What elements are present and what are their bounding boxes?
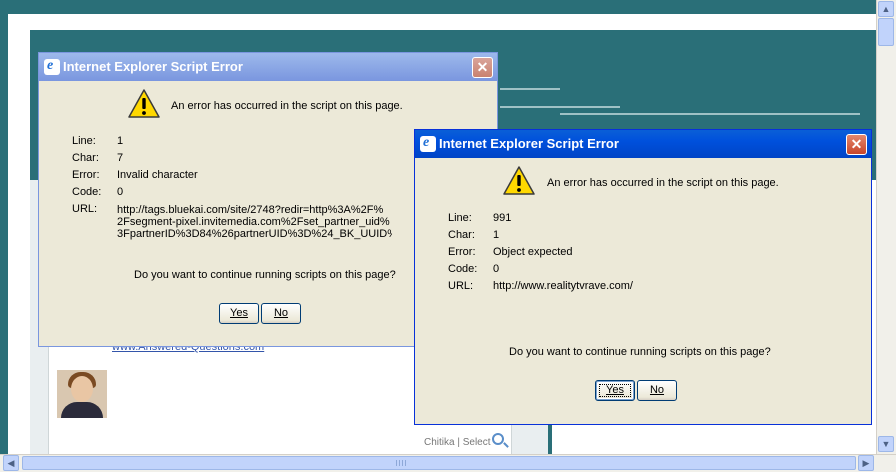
no-button[interactable]: No [261, 303, 301, 324]
chitika-select-label[interactable]: Chitika | Select [424, 437, 491, 448]
line-value: 1 [117, 135, 124, 147]
dialog-title: Internet Explorer Script Error [439, 136, 619, 151]
yes-button[interactable]: Yes [595, 380, 635, 401]
internet-explorer-icon: e [420, 135, 436, 152]
error-value: Invalid character [117, 169, 198, 181]
dialog-titlebar[interactable]: e Internet Explorer Script Error ✕ [415, 130, 871, 158]
line-label: Line: [448, 212, 472, 224]
horizontal-scroll-thumb[interactable] [22, 456, 856, 470]
continue-question: Do you want to continue running scripts … [509, 346, 771, 358]
code-value: 0 [493, 263, 500, 275]
close-icon: ✕ [476, 59, 489, 75]
scroll-right-button[interactable]: ▶ [858, 455, 874, 471]
error-value: Object expected [493, 246, 573, 258]
scroll-left-button[interactable]: ◀ [3, 455, 19, 471]
close-button[interactable]: ✕ [472, 57, 493, 78]
url-value: http://www.realitytvrave.com/ [493, 280, 633, 292]
code-label: Code: [72, 186, 102, 198]
char-value: 1 [493, 229, 500, 241]
page-top-strip [0, 0, 876, 14]
char-label: Char: [72, 152, 99, 164]
scroll-up-button[interactable]: ▲ [878, 1, 894, 17]
char-value: 7 [117, 152, 124, 164]
url-label: URL: [72, 203, 98, 215]
vertical-scroll-thumb[interactable] [878, 18, 894, 46]
char-label: Char: [448, 229, 475, 241]
banner-decoration [560, 113, 860, 115]
url-line: http://tags.bluekai.com/site/2748?redir=… [117, 204, 384, 216]
script-error-dialog-2: e Internet Explorer Script Error ✕ An er… [414, 129, 872, 425]
line-label: Line: [72, 135, 96, 147]
line-value: 991 [493, 212, 512, 224]
scroll-thumb-grip [396, 460, 406, 466]
error-message: An error has occurred in the script on t… [171, 100, 403, 112]
no-button[interactable]: No [637, 380, 677, 401]
url-line: 2Fsegment-pixel.invitemedia.com%2Fset_pa… [117, 216, 390, 228]
dialog-title: Internet Explorer Script Error [63, 59, 243, 74]
warning-icon [503, 166, 535, 195]
magnifier-icon[interactable] [492, 433, 504, 445]
code-label: Code: [448, 263, 478, 275]
close-icon: ✕ [850, 136, 863, 152]
support-agent-avatar [57, 370, 107, 418]
error-label: Error: [72, 169, 100, 181]
close-button[interactable]: ✕ [846, 134, 867, 155]
dialog-titlebar[interactable]: e Internet Explorer Script Error ✕ [39, 53, 497, 81]
url-line: 3FpartnerID%3D84%26partnerUID%3D%24_BK_U… [117, 228, 392, 240]
banner-decoration [500, 88, 560, 90]
error-label: Error: [448, 246, 476, 258]
warning-icon [128, 89, 160, 118]
vertical-scrollbar[interactable] [876, 0, 896, 454]
url-value: http://tags.bluekai.com/site/2748?redir=… [117, 204, 392, 247]
error-message: An error has occurred in the script on t… [547, 177, 779, 189]
continue-question: Do you want to continue running scripts … [134, 269, 396, 281]
banner-decoration [500, 106, 620, 108]
internet-explorer-icon: e [44, 58, 60, 75]
url-label: URL: [448, 280, 474, 292]
scroll-down-button[interactable]: ▼ [878, 436, 894, 452]
yes-button[interactable]: Yes [219, 303, 259, 324]
code-value: 0 [117, 186, 124, 198]
